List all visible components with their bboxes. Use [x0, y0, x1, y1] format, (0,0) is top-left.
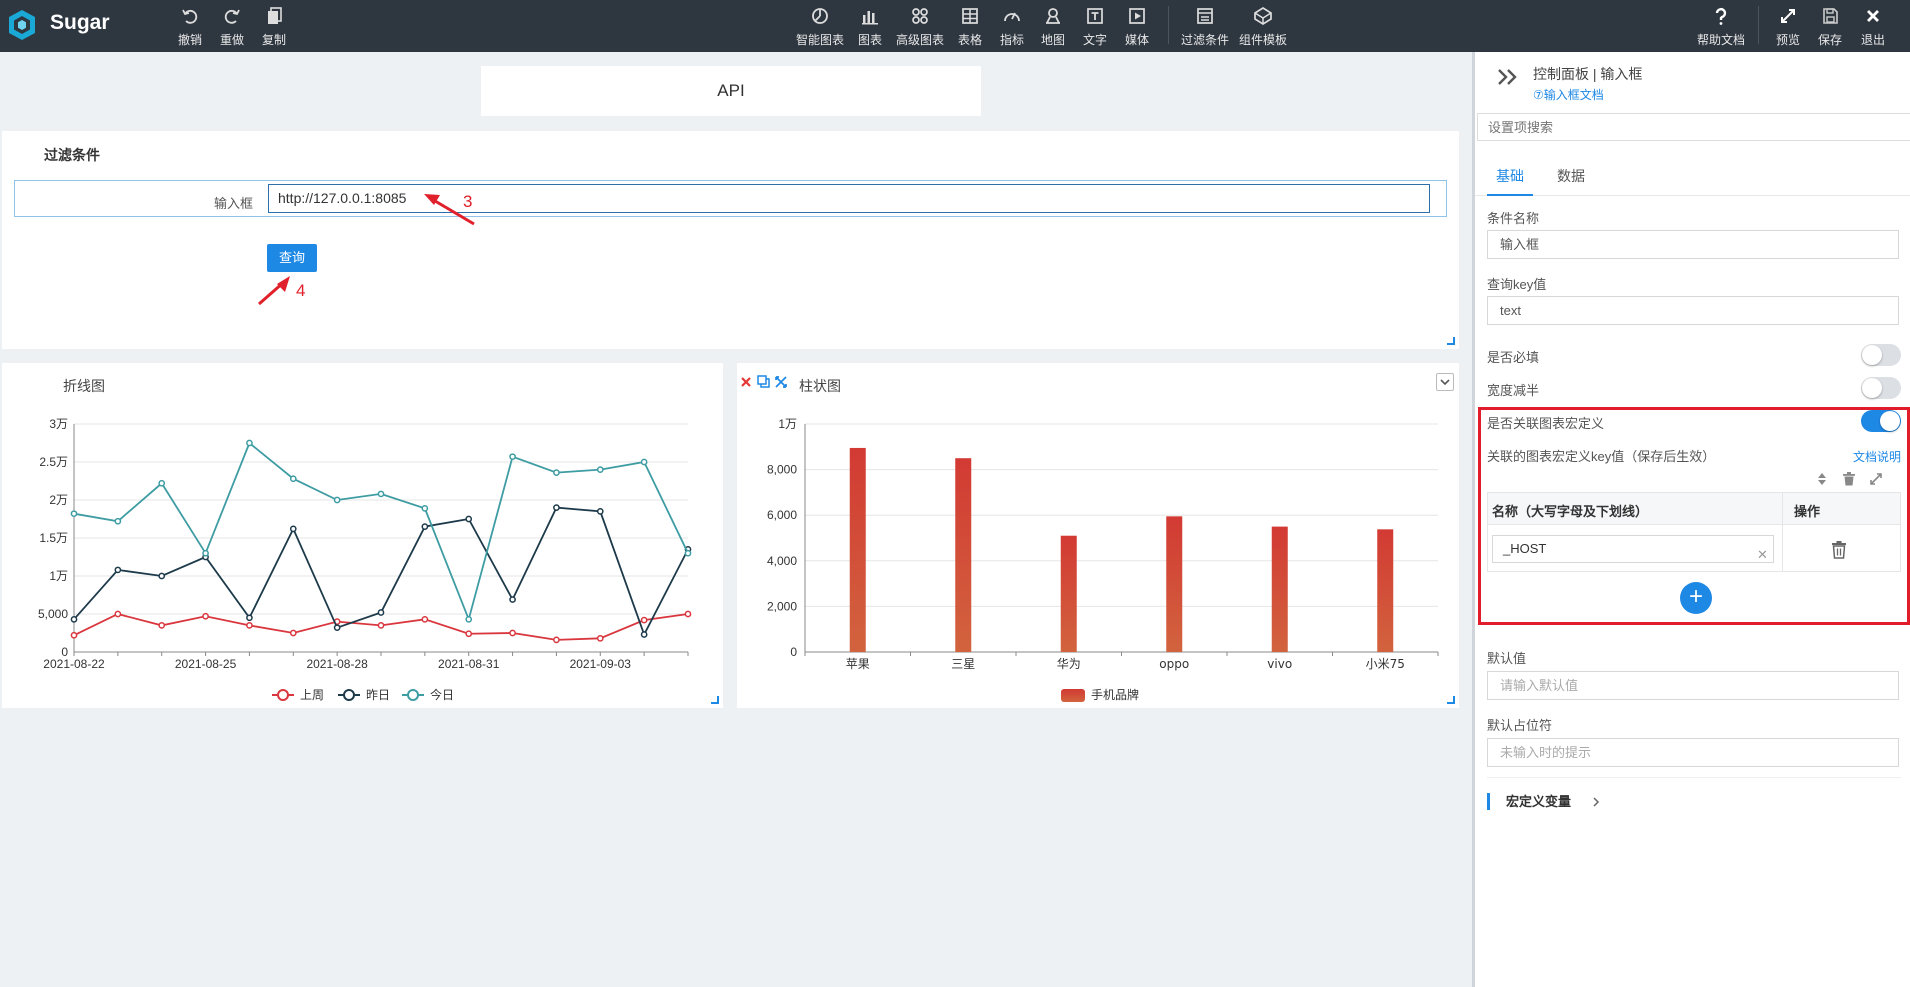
- save-icon: [1818, 6, 1842, 28]
- preview-button[interactable]: 预览: [1776, 6, 1800, 48]
- expand-icon: [1776, 6, 1800, 28]
- bar: [1377, 529, 1394, 652]
- x-tick-label: 小米75: [1366, 657, 1405, 671]
- toolbar-divider: [1758, 6, 1759, 44]
- required-toggle[interactable]: [1861, 344, 1901, 366]
- macro-section-label: 宏定义变量: [1506, 794, 1572, 809]
- save-button[interactable]: 保存: [1818, 6, 1842, 48]
- default-value-label: 默认值: [1487, 651, 1527, 666]
- x-tick-label: oppo: [1159, 657, 1189, 671]
- y-tick-label: 8,000: [767, 463, 797, 477]
- macro-key-label: 关联的图表宏定义key值（保存后生效）: [1487, 449, 1716, 464]
- x-tick-label: vivo: [1267, 657, 1292, 671]
- panel-tabs: 基础 数据: [1475, 156, 1910, 196]
- trash-icon[interactable]: [1831, 541, 1847, 559]
- legend-swatch: [1061, 689, 1085, 702]
- bar: [1271, 526, 1288, 652]
- x-tick-label: 苹果: [846, 657, 870, 671]
- macro-link-toggle[interactable]: [1861, 410, 1901, 432]
- divider: [1487, 777, 1901, 778]
- macro-link-label: 是否关联图表宏定义: [1487, 416, 1605, 431]
- bar-chart: 0 2,000 4,000 6,000 8,000 1万苹果 三星 华为 oppo vivo 小米7…: [767, 417, 1439, 702]
- sort-icon[interactable]: [1816, 472, 1828, 486]
- table-divider: [1782, 493, 1783, 571]
- help-doc-button[interactable]: 帮助文档: [1697, 6, 1745, 48]
- close-icon: [1861, 6, 1885, 28]
- bar: [955, 458, 972, 652]
- x-tick-label: 三星: [951, 657, 975, 671]
- default-placeholder-input[interactable]: [1487, 738, 1899, 767]
- bar: [849, 447, 866, 652]
- plus-icon: +: [1688, 583, 1703, 610]
- y-tick-label: 4,000: [767, 554, 797, 568]
- exit-button[interactable]: 退出: [1861, 6, 1885, 48]
- add-row-button[interactable]: +: [1680, 582, 1712, 614]
- help-icon: [1697, 6, 1745, 28]
- query-key-input[interactable]: text: [1487, 296, 1899, 325]
- macro-table: 名称（大写字母及下划线） 操作 _HOST ✕: [1487, 492, 1901, 572]
- doc-explain-link[interactable]: 文档说明: [1853, 448, 1901, 465]
- column-header-name: 名称（大写字母及下划线）: [1492, 504, 1649, 519]
- tab-data[interactable]: 数据: [1557, 156, 1585, 196]
- x-tick-label: 华为: [1057, 657, 1081, 671]
- chevron-right-icon: [1593, 797, 1600, 807]
- double-chevron-right-icon[interactable]: [1497, 68, 1519, 86]
- default-placeholder-label: 默认占位符: [1487, 718, 1553, 733]
- y-tick-label: 2,000: [767, 599, 797, 613]
- macro-name-value: _HOST: [1503, 541, 1547, 556]
- column-header-operation: 操作: [1794, 504, 1821, 519]
- condition-name-input[interactable]: 输入框: [1487, 230, 1899, 259]
- condition-name-label: 条件名称: [1487, 211, 1540, 226]
- macro-name-input[interactable]: _HOST ✕: [1492, 535, 1774, 563]
- y-tick-label: 1万: [778, 417, 797, 431]
- required-label: 是否必填: [1487, 350, 1540, 365]
- default-value-input[interactable]: [1487, 671, 1899, 700]
- query-key-label: 查询key值: [1487, 277, 1547, 292]
- macro-variables-section[interactable]: 宏定义变量: [1487, 793, 1600, 810]
- tab-basic[interactable]: 基础: [1487, 156, 1533, 196]
- input-doc-link[interactable]: ⑦输入框文档: [1533, 86, 1604, 103]
- settings-search-input[interactable]: [1477, 113, 1910, 141]
- trash-icon[interactable]: [1842, 472, 1856, 486]
- expand-icon[interactable]: [1869, 472, 1883, 486]
- half-width-label: 宽度减半: [1487, 383, 1540, 398]
- legend-label: 手机品牌: [1091, 688, 1139, 702]
- y-tick-label: 0: [790, 645, 797, 659]
- control-panel: 控制面板 | 输入框 ⑦输入框文档 基础 数据 条件名称 输入框 查询key值 …: [1472, 52, 1910, 987]
- clear-icon[interactable]: ✕: [1757, 542, 1768, 568]
- annotation-number: 3: [463, 192, 473, 211]
- y-tick-label: 6,000: [767, 508, 797, 522]
- table-header: 名称（大写字母及下划线） 操作: [1488, 493, 1900, 525]
- bar: [1166, 516, 1183, 652]
- half-width-toggle[interactable]: [1861, 377, 1901, 399]
- annotation-number: 4: [296, 281, 306, 300]
- panel-title: 控制面板 | 输入框: [1533, 66, 1643, 82]
- bar: [1060, 535, 1077, 652]
